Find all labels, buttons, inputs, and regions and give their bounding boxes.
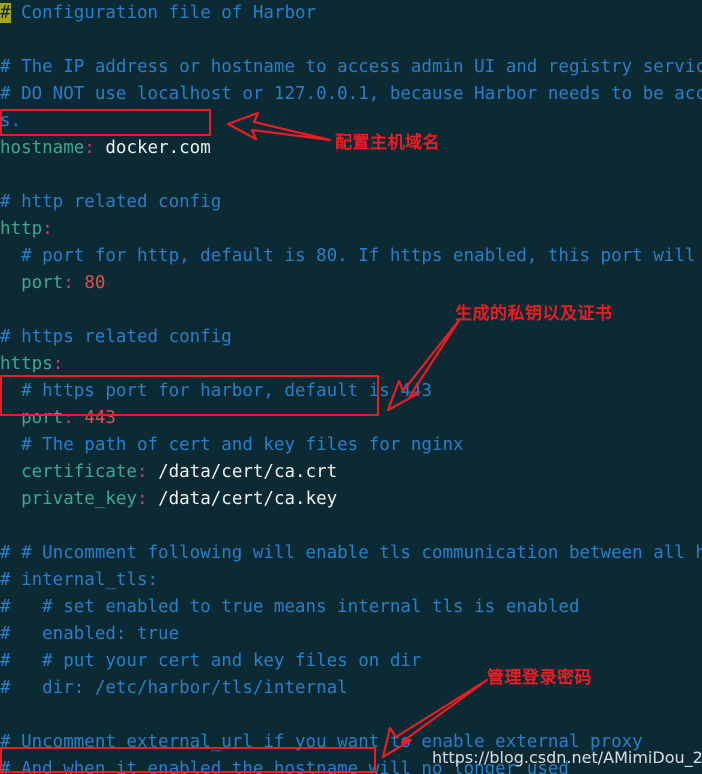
terminal-line: # # set enabled to true means internal t…: [0, 594, 702, 621]
watermark-url: https://blog.csdn.net/AMimiDou_212: [432, 748, 702, 767]
terminal-token: hostname: [0, 138, 85, 158]
terminal-window: # Configuration file of Harbor # The IP …: [0, 0, 702, 774]
terminal-token: certificate: [21, 462, 137, 482]
terminal-token: # # Uncomment following will enable tls …: [0, 543, 702, 563]
terminal-token: # # put your cert and key files on dir: [0, 651, 422, 671]
terminal-token: docker.com: [94, 138, 211, 158]
terminal-token: # dir: /etc/harbor/tls/internal: [0, 678, 348, 698]
terminal-line: # https port for harbor, default is 443: [0, 378, 702, 405]
terminal-line: # DO NOT use localhost or 127.0.0.1, bec…: [0, 81, 702, 108]
terminal-token: :: [63, 273, 74, 293]
terminal-line: private_key: /data/cert/ca.key: [0, 486, 702, 513]
terminal-token: # internal_tls:: [0, 570, 159, 590]
terminal-line: # internal_tls:: [0, 567, 702, 594]
terminal-token: # The IP address or hostname to access a…: [0, 57, 702, 77]
terminal-token: # http related config: [0, 192, 222, 212]
annotation-password: 管理登录密码: [487, 668, 592, 688]
terminal-token: # DO NOT use localhost or 127.0.0.1, bec…: [0, 84, 702, 104]
terminal-token: :: [136, 462, 148, 482]
terminal-line: # # put your cert and key files on dir: [0, 648, 702, 675]
annotation-hostname: 配置主机域名: [335, 133, 440, 153]
terminal-line: # http related config: [0, 189, 702, 216]
terminal-line: http:: [0, 216, 702, 243]
terminal-text-area[interactable]: # Configuration file of Harbor # The IP …: [0, 0, 702, 774]
terminal-token: :: [136, 489, 148, 509]
terminal-cursor: #: [0, 3, 11, 23]
terminal-line: # Configuration file of Harbor: [0, 0, 702, 27]
terminal-token: # https related config: [0, 327, 232, 347]
terminal-token: port: [21, 408, 64, 428]
terminal-token: Configuration file of Harbor: [10, 3, 317, 23]
terminal-token: :: [84, 138, 95, 158]
terminal-token: :: [52, 354, 64, 374]
terminal-token: :: [63, 408, 74, 428]
terminal-line: # The path of cert and key files for ngi…: [0, 432, 702, 459]
terminal-token: http: [0, 219, 43, 239]
terminal-token: /data/cert/ca.key: [147, 489, 338, 509]
terminal-token: https: [0, 354, 53, 374]
terminal-line: # dir: /etc/harbor/tls/internal: [0, 675, 702, 702]
terminal-token: # https port for harbor, default is 443: [0, 381, 432, 401]
terminal-token: # The path of cert and key files for ngi…: [0, 435, 464, 455]
terminal-line: # # Uncomment following will enable tls …: [0, 540, 702, 567]
terminal-token: /data/cert/ca.crt: [147, 462, 338, 482]
terminal-line: https:: [0, 351, 702, 378]
terminal-line: # port for http, default is 80. If https…: [0, 243, 702, 270]
terminal-line: port: 80: [0, 270, 702, 297]
terminal-token: # enabled: true: [0, 624, 180, 644]
terminal-token: :: [42, 219, 53, 239]
terminal-token: private_key: [21, 489, 137, 509]
terminal-line: # https related config: [0, 324, 702, 351]
annotation-cert: 生成的私钥以及证书: [455, 304, 613, 324]
terminal-line: # enabled: true: [0, 621, 702, 648]
terminal-line: certificate: /data/cert/ca.crt: [0, 459, 702, 486]
terminal-token: port: [21, 273, 64, 293]
terminal-line: port: 443: [0, 405, 702, 432]
terminal-token: 443: [84, 408, 116, 428]
terminal-token: 80: [84, 273, 106, 293]
terminal-token: # port for http, default is 80. If https…: [0, 246, 702, 266]
terminal-line: # The IP address or hostname to access a…: [0, 54, 702, 81]
terminal-token: s.: [0, 111, 22, 131]
terminal-token: # # set enabled to true means internal t…: [0, 597, 580, 617]
